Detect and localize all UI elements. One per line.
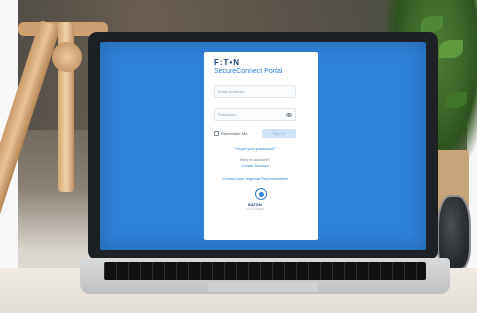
portal-title: SecureConnect Portal — [214, 68, 283, 75]
new-account-prompt: New to account? — [240, 157, 270, 162]
laptop-keyboard — [104, 262, 426, 280]
plant-leaf — [421, 16, 443, 32]
password-placeholder: Password — [218, 112, 236, 117]
eaton-logo: F:T•N — [214, 58, 241, 67]
contact-support-link[interactable]: Contact your regional Representative — [214, 176, 296, 181]
sign-in-button[interactable]: Sign In — [262, 129, 296, 138]
password-field[interactable]: Password — [214, 108, 296, 121]
eye-icon[interactable] — [286, 112, 292, 117]
plant-leaf — [439, 40, 463, 58]
forgot-password-link[interactable]: Forgot your password? — [214, 146, 296, 151]
photo-background: F:T•N SecureConnect Portal Email Address… — [0, 0, 477, 313]
laptop-screen: F:T•N SecureConnect Portal Email Address… — [100, 42, 426, 250]
create-account-link[interactable]: Create Account — [214, 163, 296, 168]
remember-me[interactable]: Remember Me — [214, 131, 247, 136]
remember-label: Remember Me — [221, 131, 248, 136]
lamp-joint — [52, 42, 82, 72]
login-card: F:T•N SecureConnect Portal Email Address… — [204, 52, 318, 240]
plant-leaf — [445, 92, 467, 108]
version-text: v1.0.0 ©2022 — [246, 207, 264, 211]
email-field[interactable]: Email Address — [214, 85, 296, 98]
remember-checkbox[interactable] — [214, 131, 219, 136]
eaton-emblem-icon — [255, 188, 267, 200]
laptop-trackpad — [208, 282, 318, 292]
remember-signin-row: Remember Me Sign In — [214, 129, 296, 138]
email-placeholder: Email Address — [218, 89, 244, 94]
